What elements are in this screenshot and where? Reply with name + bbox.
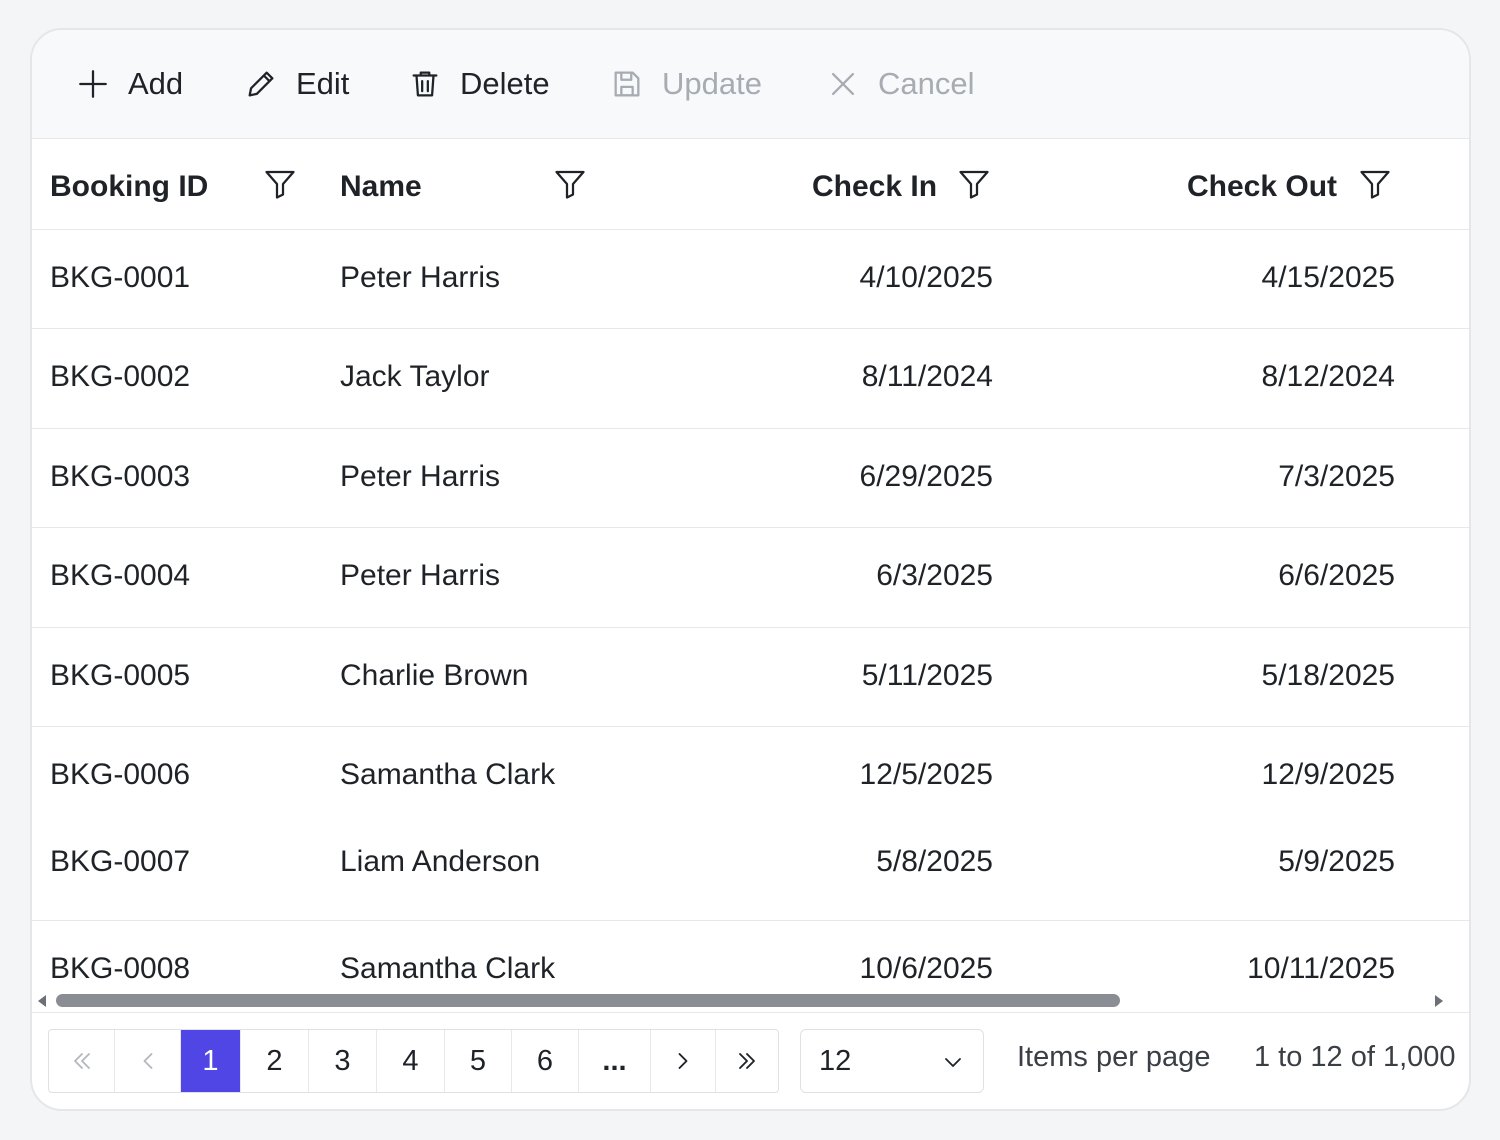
- name-cell: Charlie Brown: [340, 659, 529, 692]
- check-in-cell: 10/6/2025: [859, 952, 993, 985]
- check-in-cell: 12/5/2025: [859, 758, 993, 791]
- double-chevron-right-icon: [739, 1053, 755, 1069]
- name-cell: Liam Anderson: [340, 845, 541, 878]
- page-button-3[interactable]: 3: [309, 1030, 377, 1092]
- check-in-cell: 8/11/2024: [861, 360, 993, 393]
- double-chevron-left-icon: [73, 1053, 90, 1069]
- name-cell: Jack Taylor: [340, 360, 490, 393]
- check-out-cell: 10/11/2025: [1247, 952, 1395, 985]
- check-out-cell: 5/18/2025: [1261, 659, 1395, 692]
- close-icon: [831, 72, 855, 96]
- column-header-check-in[interactable]: Check In: [812, 167, 937, 207]
- cancel-button[interactable]: Cancel: [826, 64, 975, 104]
- edit-button[interactable]: Edit: [244, 64, 349, 104]
- name-cell: Samantha Clark: [340, 952, 556, 985]
- check-in-cell: 5/11/2025: [861, 659, 993, 692]
- pager-bar: 1 2 3 4 5 6 ... 12 Items per page 1 to 1…: [32, 1012, 1469, 1109]
- delete-button[interactable]: Delete: [408, 64, 550, 104]
- column-header-row: Booking ID Name Check In Check Out: [32, 139, 1469, 230]
- check-out-cell: 5/9/2025: [1278, 845, 1395, 878]
- save-icon: [614, 71, 640, 97]
- page-button-5[interactable]: 5: [445, 1030, 512, 1092]
- table-row[interactable]: BKG-0005 Charlie Brown 5/11/2025 5/18/20…: [32, 628, 1469, 727]
- pagination: 1 2 3 4 5 6 ...: [48, 1029, 779, 1093]
- page-size-value: 12: [819, 1044, 852, 1077]
- page-button-1[interactable]: 1: [181, 1030, 241, 1092]
- page-button-4[interactable]: 4: [377, 1030, 445, 1092]
- name-cell: Peter Harris: [340, 460, 501, 493]
- trash-icon: [412, 71, 438, 97]
- last-page-button[interactable]: [716, 1030, 778, 1092]
- chevron-down-icon: [945, 1058, 961, 1067]
- scroll-right-icon[interactable]: [1435, 995, 1443, 1007]
- table-row[interactable]: BKG-0006 Samantha Clark 12/5/2025 12/9/2…: [32, 727, 1469, 821]
- update-label: Update: [662, 66, 762, 101]
- scroll-left-icon[interactable]: [38, 995, 46, 1007]
- update-button[interactable]: Update: [610, 64, 762, 104]
- filter-icon[interactable]: [262, 166, 298, 202]
- add-button[interactable]: Add: [76, 64, 183, 104]
- check-in-cell: 6/3/2025: [876, 559, 993, 592]
- check-in-cell: 4/10/2025: [859, 261, 993, 294]
- grid-toolbar: Add Edit Delete Update Cancel: [32, 30, 1469, 139]
- horizontal-scrollbar[interactable]: [32, 988, 1469, 1012]
- table-row[interactable]: BKG-0002 Jack Taylor 8/11/2024 8/12/2024: [32, 329, 1469, 429]
- edit-label: Edit: [296, 66, 350, 101]
- booking-id-cell: BKG-0008: [50, 952, 191, 985]
- table-row[interactable]: BKG-0001 Peter Harris 4/10/2025 4/15/202…: [32, 230, 1469, 329]
- booking-id-cell: BKG-0006: [50, 758, 191, 791]
- check-in-cell: 6/29/2025: [859, 460, 993, 493]
- table-row[interactable]: BKG-0003 Peter Harris 6/29/2025 7/3/2025: [32, 429, 1469, 528]
- name-cell: Samantha Clark: [340, 758, 556, 791]
- data-grid: Add Edit Delete Update Cancel Booking ID…: [30, 28, 1471, 1111]
- filter-icon[interactable]: [552, 166, 588, 202]
- scrollbar-thumb[interactable]: [56, 994, 1120, 1007]
- check-out-cell: 6/6/2025: [1278, 559, 1395, 592]
- booking-id-cell: BKG-0003: [50, 460, 191, 493]
- check-out-cell: 4/15/2025: [1261, 261, 1395, 294]
- delete-label: Delete: [460, 66, 550, 101]
- booking-id-cell: BKG-0007: [50, 845, 191, 878]
- booking-id-cell: BKG-0001: [50, 261, 191, 294]
- table-row[interactable]: BKG-0007 Liam Anderson 5/8/2025 5/9/2025: [32, 821, 1469, 921]
- booking-id-cell: BKG-0002: [50, 360, 191, 393]
- more-pages-button[interactable]: ...: [579, 1030, 651, 1092]
- page-button-6[interactable]: 6: [512, 1030, 579, 1092]
- check-out-cell: 8/12/2024: [1261, 360, 1395, 393]
- next-page-button[interactable]: [651, 1030, 716, 1092]
- grid-body: BKG-0001 Peter Harris 4/10/2025 4/15/202…: [32, 230, 1469, 1000]
- column-header-booking-id[interactable]: Booking ID: [50, 167, 208, 207]
- booking-id-cell: BKG-0004: [50, 559, 191, 592]
- chevron-left-icon: [143, 1053, 152, 1069]
- page-size-select[interactable]: 12: [800, 1029, 984, 1093]
- check-in-cell: 5/8/2025: [876, 845, 993, 878]
- check-out-cell: 7/3/2025: [1278, 460, 1395, 493]
- pager-range-label: 1 to 12 of 1,000: [1254, 1041, 1456, 1073]
- pencil-icon: [248, 71, 274, 97]
- column-header-check-out[interactable]: Check Out: [1187, 167, 1337, 207]
- items-per-page-label: Items per page: [1017, 1041, 1211, 1073]
- page-button-2[interactable]: 2: [241, 1030, 309, 1092]
- previous-page-button[interactable]: [115, 1030, 181, 1092]
- plus-icon: [79, 70, 107, 98]
- name-cell: Peter Harris: [340, 261, 501, 294]
- chevron-right-icon: [678, 1053, 688, 1069]
- first-page-button[interactable]: [49, 1030, 115, 1092]
- booking-id-cell: BKG-0005: [50, 659, 191, 692]
- add-label: Add: [128, 66, 184, 101]
- name-cell: Peter Harris: [340, 559, 501, 592]
- filter-icon[interactable]: [956, 166, 992, 202]
- check-out-cell: 12/9/2025: [1261, 758, 1395, 791]
- table-row[interactable]: BKG-0004 Peter Harris 6/3/2025 6/6/2025: [32, 528, 1469, 628]
- filter-icon[interactable]: [1357, 166, 1393, 202]
- column-header-name[interactable]: Name: [340, 167, 422, 207]
- cancel-label: Cancel: [878, 66, 975, 101]
